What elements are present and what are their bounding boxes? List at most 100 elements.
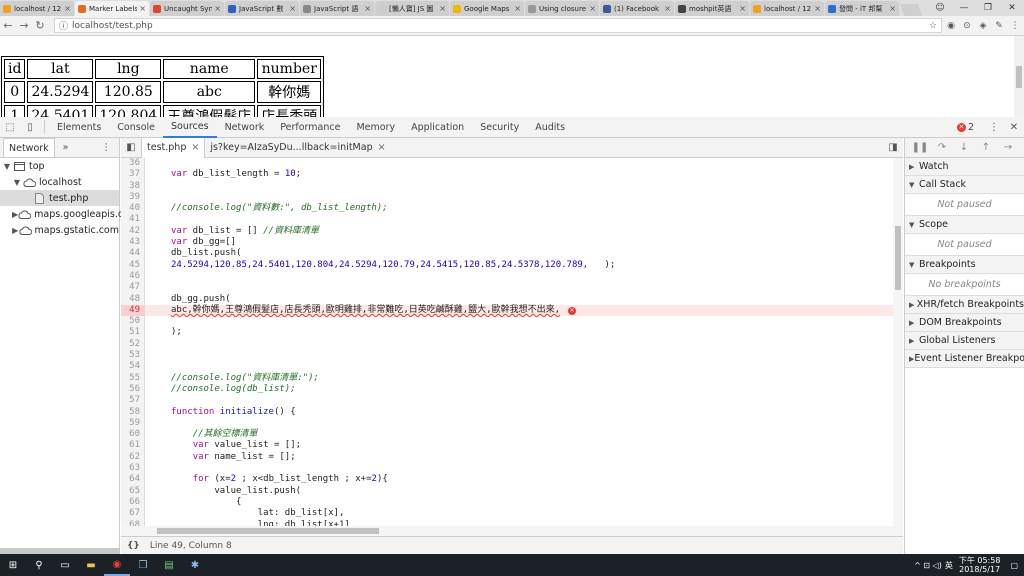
browser-tab[interactable]: Uncaught Syn × bbox=[150, 1, 224, 16]
notification-icon[interactable]: ▢ bbox=[1010, 561, 1018, 570]
reload-icon[interactable]: ↻ bbox=[32, 18, 48, 34]
line-number[interactable]: 54 bbox=[121, 361, 145, 373]
expand-arrow-icon[interactable]: ▼ bbox=[12, 178, 22, 187]
line-number[interactable]: 58 bbox=[121, 406, 145, 418]
tray-icons[interactable]: ^ ⊡ ◁) bbox=[914, 561, 942, 570]
close-tab-icon[interactable]: × bbox=[589, 4, 596, 13]
app-icon-2[interactable]: ▤ bbox=[156, 554, 182, 576]
restore-button[interactable]: ❐ bbox=[976, 0, 1000, 16]
debugger-section-breakpoints[interactable]: ▼ Breakpoints bbox=[905, 256, 1024, 274]
line-number[interactable]: 39 bbox=[121, 191, 145, 204]
close-tab-icon[interactable]: × bbox=[139, 4, 146, 13]
pretty-print-icon[interactable]: {} bbox=[127, 541, 140, 551]
syntax-error-icon[interactable]: ✕ bbox=[568, 306, 577, 315]
devtools-tab-sources[interactable]: Sources bbox=[163, 117, 217, 138]
devtools-tab-elements[interactable]: Elements bbox=[49, 117, 109, 138]
navigator-menu-icon[interactable]: ⋮ bbox=[102, 142, 112, 153]
devtools-tab-memory[interactable]: Memory bbox=[348, 117, 403, 138]
profile-icon[interactable]: ☺ bbox=[928, 0, 952, 16]
close-devtools-icon[interactable]: ✕ bbox=[1004, 117, 1024, 137]
browser-tab[interactable]: 發問 - iT 邦幫 × bbox=[825, 1, 899, 16]
expand-arrow-icon[interactable]: ▼ bbox=[2, 162, 12, 171]
devtools-tab-audits[interactable]: Audits bbox=[527, 117, 573, 138]
line-number[interactable]: 53 bbox=[121, 350, 145, 362]
line-number[interactable]: 40 bbox=[121, 203, 145, 215]
line-number[interactable]: 65 bbox=[121, 485, 145, 497]
close-editor-tab-icon[interactable]: × bbox=[191, 142, 199, 153]
file-tree-item[interactable]: ▶ maps.gstatic.com bbox=[0, 222, 119, 238]
line-number[interactable]: 44 bbox=[121, 248, 145, 260]
more-tabs-icon[interactable]: » bbox=[63, 142, 69, 153]
app-icon-1[interactable]: ❒ bbox=[130, 554, 156, 576]
close-tab-icon[interactable]: × bbox=[364, 4, 371, 13]
file-tree-item[interactable]: ▼ localhost bbox=[0, 174, 119, 190]
step-icon[interactable]: → bbox=[997, 142, 1019, 153]
debugger-section-call-stack[interactable]: ▼ Call Stack bbox=[905, 176, 1024, 194]
debugger-section-global-listeners[interactable]: ▶ Global Listeners bbox=[905, 332, 1024, 350]
toggle-debugger-icon[interactable]: ◨ bbox=[883, 138, 903, 158]
clock[interactable]: 下午 05:58 2018/5/17 bbox=[959, 556, 1001, 574]
line-number[interactable]: 62 bbox=[121, 451, 145, 464]
search-icon[interactable]: ⚲ bbox=[26, 554, 52, 576]
line-number[interactable]: 51 bbox=[121, 327, 145, 339]
vertical-scroll-thumb[interactable] bbox=[895, 226, 901, 290]
page-scrollbar[interactable] bbox=[1014, 36, 1024, 117]
task-view-icon[interactable]: ▭ bbox=[52, 554, 78, 576]
inspect-element-icon[interactable]: ⬚ bbox=[0, 117, 20, 137]
line-number[interactable]: 38 bbox=[121, 180, 145, 192]
debugger-section-watch[interactable]: ▶ Watch bbox=[905, 158, 1024, 176]
ime-indicator[interactable]: 英 bbox=[945, 560, 953, 571]
editor-horizontal-scrollbar[interactable] bbox=[121, 526, 903, 536]
line-number[interactable]: 59 bbox=[121, 417, 145, 430]
horizontal-scroll-thumb[interactable] bbox=[157, 528, 379, 534]
debugger-section-xhr-fetch-breakpoints[interactable]: ▶ XHR/fetch Breakpoints bbox=[905, 296, 1024, 314]
line-number[interactable]: 42 bbox=[121, 225, 145, 238]
back-icon[interactable]: ← bbox=[0, 18, 16, 34]
line-number[interactable]: 64 bbox=[121, 474, 145, 486]
line-number[interactable]: 67 bbox=[121, 508, 145, 520]
step-out-icon[interactable]: ↑ bbox=[975, 142, 997, 153]
editor-vertical-scrollbar[interactable] bbox=[893, 158, 903, 526]
step-into-icon[interactable]: ↓ bbox=[953, 142, 975, 153]
line-number[interactable]: 52 bbox=[121, 338, 145, 351]
line-number[interactable]: 36 bbox=[121, 158, 145, 170]
close-tab-icon[interactable]: × bbox=[289, 4, 296, 13]
editor-tab[interactable]: js?key=AIzaSyDu...llback=initMap × bbox=[205, 138, 390, 158]
close-tab-icon[interactable]: × bbox=[889, 4, 896, 13]
file-tree-item[interactable]: ▶ maps.googleapis.com bbox=[0, 206, 138, 222]
browser-tab[interactable]: Google Maps × bbox=[450, 1, 524, 16]
line-number[interactable]: 63 bbox=[121, 463, 145, 475]
address-bar[interactable]: ⓘ localhost/test.php ☆ bbox=[54, 18, 942, 33]
debugger-section-dom-breakpoints[interactable]: ▶ DOM Breakpoints bbox=[905, 314, 1024, 332]
close-tab-icon[interactable]: × bbox=[514, 4, 521, 13]
menu-icon[interactable]: ⋮ bbox=[1008, 19, 1022, 33]
line-number[interactable]: 50 bbox=[121, 316, 145, 328]
browser-tab[interactable]: JavaScript 數 × bbox=[225, 1, 299, 16]
browser-tab[interactable]: localhost / 12 × bbox=[750, 1, 824, 16]
debugger-section-event-listener-breakpoints[interactable]: ▶Event Listener Breakpoints bbox=[905, 350, 1024, 368]
devtools-tab-security[interactable]: Security bbox=[472, 117, 527, 138]
info-icon[interactable]: ⓘ bbox=[59, 19, 68, 32]
line-number[interactable]: 66 bbox=[121, 496, 145, 509]
devtools-menu-icon[interactable]: ⋮ bbox=[984, 117, 1004, 137]
new-tab-button[interactable] bbox=[899, 4, 923, 16]
browser-tab[interactable]: JavaScript 語 × bbox=[300, 1, 374, 16]
line-number[interactable]: 45 bbox=[121, 259, 145, 271]
line-number[interactable]: 41 bbox=[121, 214, 145, 226]
close-tab-icon[interactable]: × bbox=[814, 4, 821, 13]
app-icon-3[interactable]: ✱ bbox=[182, 554, 208, 576]
file-explorer-icon[interactable]: ▬ bbox=[78, 554, 104, 576]
close-tab-icon[interactable]: × bbox=[739, 4, 746, 13]
close-tab-icon[interactable]: × bbox=[214, 4, 221, 13]
line-number[interactable]: 49 bbox=[121, 304, 145, 317]
devtools-tab-application[interactable]: Application bbox=[403, 117, 472, 138]
extension-icon-4[interactable]: ✎ bbox=[992, 19, 1006, 33]
close-tab-icon[interactable]: × bbox=[664, 4, 671, 13]
browser-tab[interactable]: [懶人寶] JS 圖 × bbox=[375, 1, 449, 16]
browser-tab[interactable]: Marker Labels × bbox=[75, 1, 149, 16]
extension-icon-1[interactable]: ◉ bbox=[944, 19, 958, 33]
close-tab-icon[interactable]: × bbox=[439, 4, 446, 13]
browser-tab[interactable]: moshpit英語 × bbox=[675, 1, 749, 16]
step-over-icon[interactable]: ↷ bbox=[931, 142, 953, 153]
bookmark-star-icon[interactable]: ☆ bbox=[929, 21, 937, 31]
